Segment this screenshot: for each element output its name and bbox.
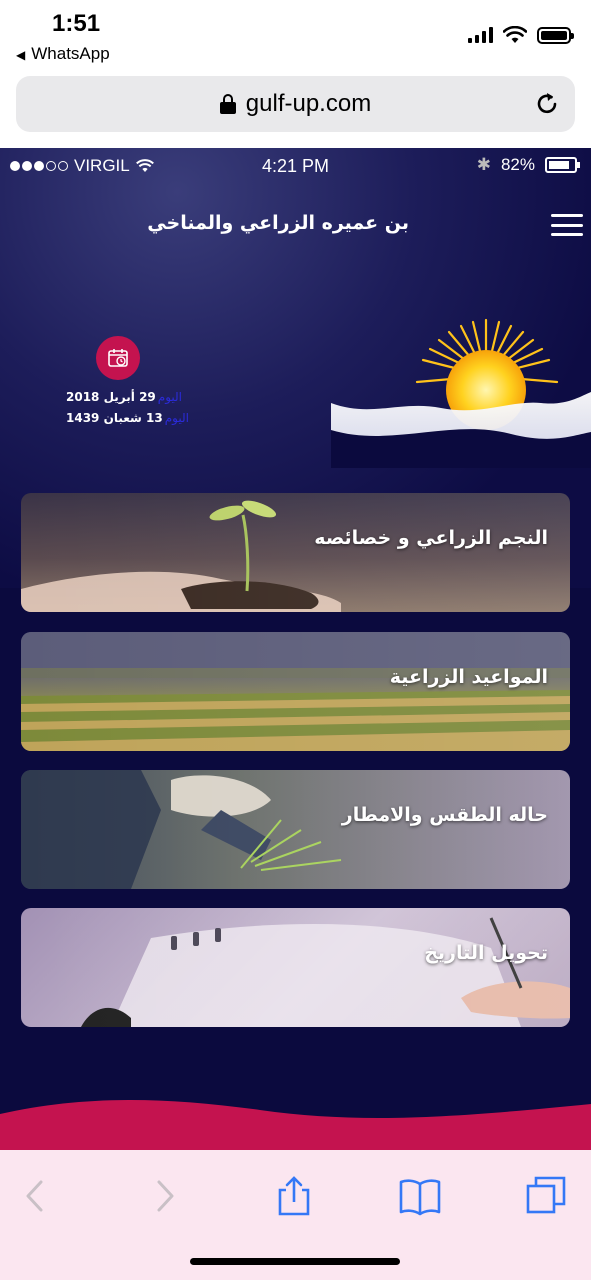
battery-icon [545,157,580,173]
tabs-icon[interactable] [524,1174,568,1218]
battery-icon [537,26,574,44]
embedded-status-right: ✱ 82% [476,155,580,175]
card-date-conversion[interactable]: تحويل التاريخ [21,908,570,1027]
back-triangle-icon: ◀ [16,48,26,62]
card-overlay [21,493,570,612]
book-icon[interactable] [398,1174,442,1218]
card-agricultural-dates[interactable]: المواعيد الزراعية [21,632,570,751]
cellular-signal-icon [468,27,493,43]
wifi-icon [503,26,527,43]
battery-percent: 82% [500,155,535,174]
bluetooth-icon: ✱ [476,155,491,174]
card-label: المواعيد الزراعية [389,666,548,688]
card-overlay [21,632,570,751]
share-icon[interactable] [272,1174,316,1218]
gregorian-date: اليوم29 أبريل 2018 [66,390,182,404]
url-text: gulf-up.com [245,90,372,117]
device-status-icons [468,24,574,46]
device-time: 1:51 [52,10,101,37]
calendar-clock-icon[interactable] [96,336,140,380]
reload-icon[interactable] [533,90,561,118]
gregorian-date-label: اليوم [157,390,183,404]
footer-wave [0,1099,591,1150]
back-app-label: WhatsApp [31,44,110,63]
card-overlay [21,908,570,1027]
sun-illustration [331,318,591,468]
card-label: حاله الطقس والامطار [341,804,548,826]
lock-icon [219,94,236,114]
card-agricultural-star[interactable]: النجم الزراعي و خصائصه [21,493,570,612]
address-bar[interactable]: gulf-up.com [16,76,575,132]
gregorian-date-value: 29 أبريل 2018 [66,390,156,404]
web-app-viewport: VIRGIL 4:21 PM ✱ 82% بن عميره الزراعي وا… [0,148,591,1150]
hijri-date-label: اليوم [164,411,189,425]
home-indicator[interactable] [190,1258,400,1265]
app-title: بن عميره الزراعي والمناخي [147,212,409,234]
card-overlay [21,770,570,889]
hamburger-menu-icon[interactable] [551,214,583,236]
card-weather-rain[interactable]: حاله الطقس والامطار [21,770,570,889]
chevron-right-icon[interactable] [142,1174,186,1218]
card-label: النجم الزراعي و خصائصه [314,527,548,549]
back-to-app-link[interactable]: ◀ WhatsApp [16,44,110,64]
chevron-left-icon[interactable] [14,1174,58,1218]
device-status-bar: 1:51 ◀ WhatsApp [0,0,591,70]
browser-address-area: gulf-up.com [0,70,591,148]
embedded-status-bar: VIRGIL 4:21 PM ✱ 82% [0,148,591,184]
card-label: تحويل التاريخ [424,942,548,964]
hijri-date: اليوم13 شعبان 1439 [66,411,189,425]
hijri-date-value: 13 شعبان 1439 [66,411,163,425]
